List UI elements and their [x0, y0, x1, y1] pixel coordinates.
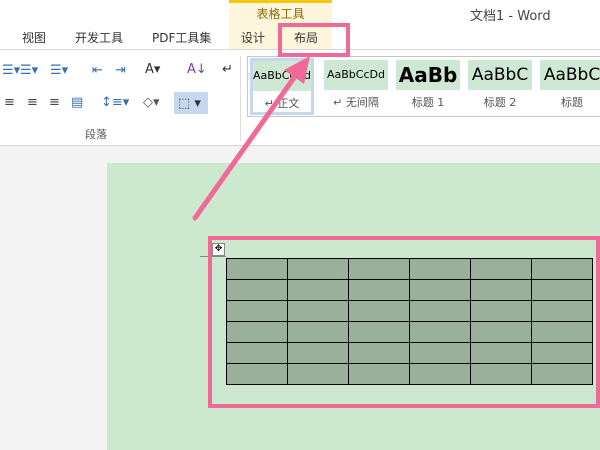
arrow-head: [284, 56, 310, 84]
pointer-arrow: [192, 56, 310, 221]
arrow-shaft: [192, 69, 301, 221]
